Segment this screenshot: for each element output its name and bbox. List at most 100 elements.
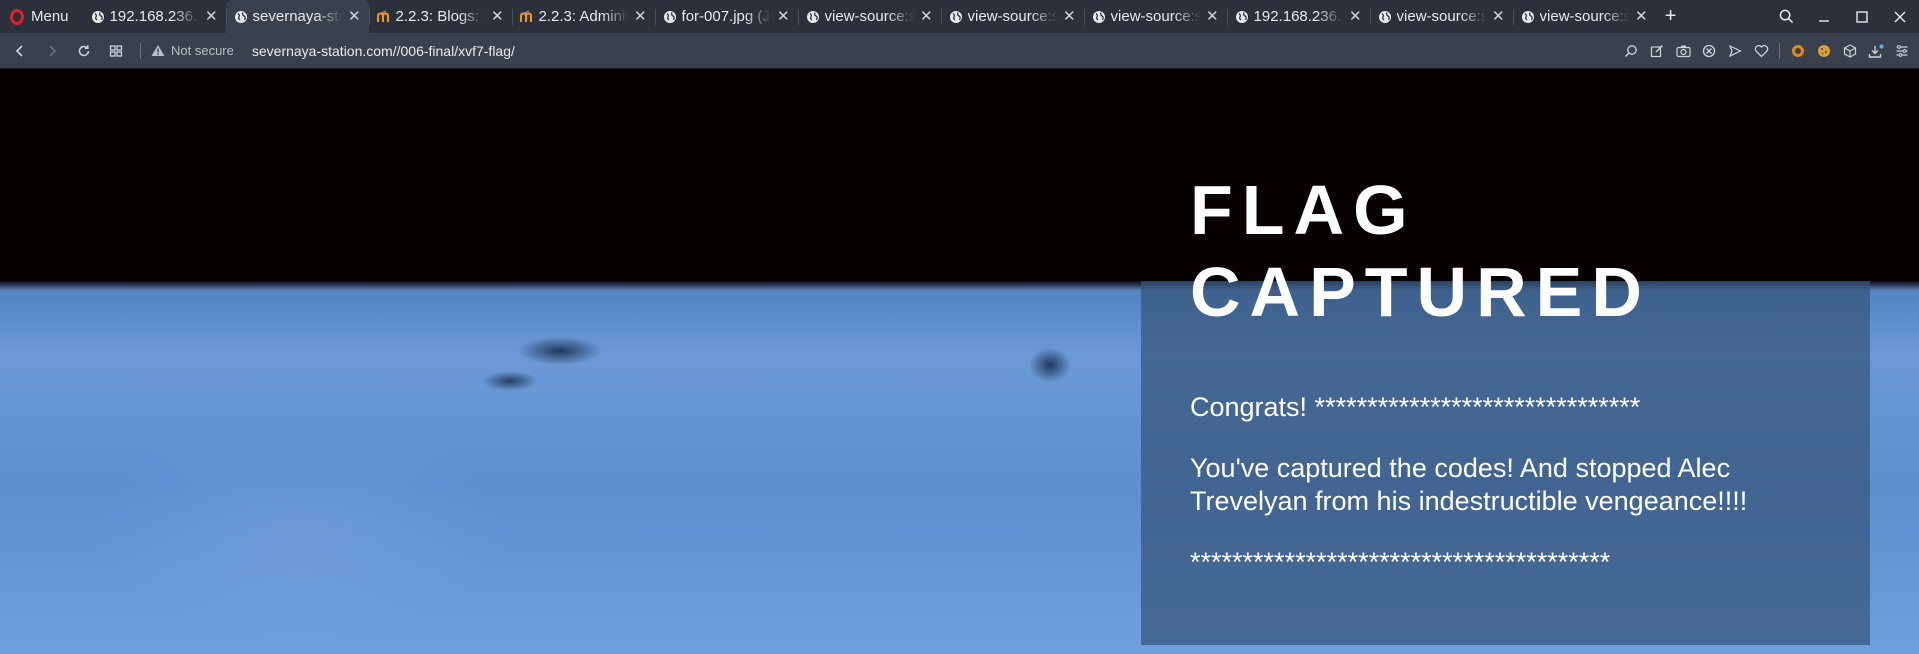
globe-icon xyxy=(91,10,105,24)
download-icon xyxy=(1868,44,1884,58)
title-line-2: CAPTURED xyxy=(1190,253,1651,331)
tab-3[interactable]: 2.2.3: Blogs: Dashboard ✕ xyxy=(368,0,512,33)
tab-title: view-source:severnaya xyxy=(1110,8,1201,25)
opera-logo-icon xyxy=(10,8,24,25)
tab-list: 192.168.236.12✕severnaya-station.com✕2.2… xyxy=(83,0,1656,33)
toolbar-actions xyxy=(1618,33,1915,69)
tab-close-icon[interactable]: ✕ xyxy=(1492,9,1505,24)
cookie-icon xyxy=(1818,45,1830,57)
tab-4[interactable]: 2.2.3: Administration ✕ xyxy=(511,0,655,33)
globe-icon xyxy=(234,10,248,24)
cookie-extension-button[interactable] xyxy=(1811,33,1837,69)
forward-arrow-icon xyxy=(49,44,57,57)
tab-title: 2.2.3: Blogs: Dashboard xyxy=(395,8,486,25)
globe-icon xyxy=(1521,10,1535,24)
sliders-icon xyxy=(1896,45,1908,57)
warning-icon xyxy=(151,45,165,56)
tab-close-icon[interactable]: ✕ xyxy=(1349,9,1362,24)
tab-title: 192.168.236.12 xyxy=(1253,8,1344,25)
tab-title: severnaya-station.com xyxy=(252,8,343,25)
tab-close-icon[interactable]: ✕ xyxy=(491,9,504,24)
camera-icon xyxy=(1675,45,1691,58)
search-icon xyxy=(1779,9,1793,24)
close-window-button[interactable] xyxy=(1881,0,1919,33)
speed-dial-button[interactable] xyxy=(100,33,132,69)
bookmark-button[interactable] xyxy=(1748,33,1774,69)
security-indicator[interactable]: Not secure xyxy=(151,43,234,58)
minimize-button[interactable] xyxy=(1805,0,1843,33)
maximize-button[interactable] xyxy=(1843,0,1881,33)
stars-text: **************************************** xyxy=(1190,547,1611,577)
tab-close-icon[interactable]: ✕ xyxy=(1635,9,1648,24)
extensions-button[interactable] xyxy=(1837,33,1863,69)
flag-content: FLAG CAPTURED Congrats! ****************… xyxy=(1190,169,1830,579)
tab-1[interactable]: 192.168.236.12 ✕ xyxy=(83,0,226,33)
forward-button[interactable] xyxy=(36,33,68,69)
block-icon xyxy=(1702,44,1716,58)
tab-title: 192.168.236.12 xyxy=(109,8,200,25)
globe-icon xyxy=(806,10,820,24)
globe-icon xyxy=(1092,10,1106,24)
snapshot-button[interactable] xyxy=(1670,33,1696,69)
page-search-button[interactable] xyxy=(1618,33,1644,69)
search-page-icon xyxy=(1625,45,1637,57)
tab-7[interactable]: view-source:severnaya ✕ xyxy=(940,0,1084,33)
send-button[interactable] xyxy=(1722,33,1748,69)
close-icon xyxy=(1894,11,1906,22)
page-title: FLAG CAPTURED xyxy=(1190,169,1830,333)
back-button[interactable] xyxy=(4,33,36,69)
tab-5[interactable]: for-007.jpg (JPEG Image) ✕ xyxy=(654,0,798,33)
tab-strip: Menu 192.168.236.12✕severnaya-station.co… xyxy=(0,0,1919,33)
globe-icon xyxy=(1235,10,1249,24)
globe-icon xyxy=(949,10,963,24)
tab-10[interactable]: view-source:severnaya ✕ xyxy=(1369,0,1513,33)
globe-icon xyxy=(663,10,677,24)
extension-button-1[interactable] xyxy=(1785,33,1811,69)
easy-setup-button[interactable] xyxy=(1889,33,1915,69)
tab-title: 2.2.3: Administration xyxy=(538,8,629,25)
send-icon xyxy=(1728,44,1742,58)
tab-title: view-source:severnaya xyxy=(1539,8,1630,25)
downloads-button[interactable] xyxy=(1863,33,1889,69)
congrats-text: Congrats! ******************************… xyxy=(1190,392,1641,422)
url-field[interactable]: severnaya-station.com//006-final/xvf7-fl… xyxy=(252,43,515,59)
edit-button[interactable] xyxy=(1644,33,1670,69)
tab-6[interactable]: view-source:severnaya ✕ xyxy=(797,0,941,33)
reload-button[interactable] xyxy=(68,33,100,69)
toolbar-divider xyxy=(1779,43,1780,59)
moodle-icon xyxy=(376,9,391,24)
tab-2[interactable]: severnaya-station.com ✕ xyxy=(225,0,369,33)
new-tab-button[interactable]: + xyxy=(1656,0,1686,33)
opera-menu-button[interactable]: Menu xyxy=(0,0,83,33)
extension-orange-icon xyxy=(1792,45,1804,57)
minimize-icon xyxy=(1819,19,1829,22)
tab-close-icon[interactable]: ✕ xyxy=(634,9,647,24)
tab-close-icon[interactable]: ✕ xyxy=(1206,9,1219,24)
pencil-icon xyxy=(1650,45,1663,58)
tab-9[interactable]: 192.168.236.12 ✕ xyxy=(1226,0,1370,33)
moodle-icon xyxy=(519,9,534,24)
not-secure-label: Not secure xyxy=(171,43,234,58)
title-line-1: FLAG xyxy=(1190,171,1417,249)
ad-blocker-button[interactable] xyxy=(1696,33,1722,69)
tab-title: for-007.jpg (JPEG Image) xyxy=(681,8,772,25)
back-arrow-icon xyxy=(15,44,23,57)
tab-close-icon[interactable]: ✕ xyxy=(348,9,361,24)
tab-8[interactable]: view-source:severnaya ✕ xyxy=(1083,0,1227,33)
search-tabs-button[interactable] xyxy=(1767,0,1805,33)
tab-close-icon[interactable]: ✕ xyxy=(1063,9,1076,24)
heart-icon xyxy=(1754,44,1768,58)
grid-icon xyxy=(109,44,123,57)
maximize-icon xyxy=(1856,10,1868,23)
page-viewport: FLAG CAPTURED Congrats! ****************… xyxy=(0,69,1919,654)
message-text: You've captured the codes! And stopped A… xyxy=(1190,453,1748,516)
window-controls xyxy=(1767,0,1919,33)
tab-title: view-source:severnaya xyxy=(1396,8,1487,25)
tab-close-icon[interactable]: ✕ xyxy=(920,9,933,24)
tab-close-icon[interactable]: ✕ xyxy=(777,9,790,24)
tab-title: view-source:severnaya xyxy=(824,8,915,25)
tab-title: view-source:severnaya xyxy=(967,8,1058,25)
tab-11[interactable]: view-source:severnaya ✕ xyxy=(1512,0,1656,33)
tab-close-icon[interactable]: ✕ xyxy=(205,9,218,24)
address-bar: Not secure severnaya-station.com//006-fi… xyxy=(0,33,1919,69)
